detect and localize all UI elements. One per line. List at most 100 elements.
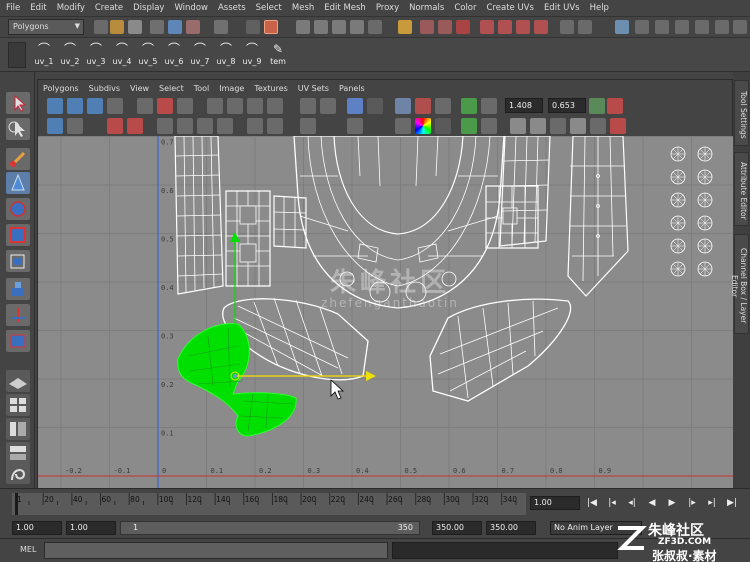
- uv-menu-uv-sets[interactable]: UV Sets: [298, 84, 329, 93]
- step-back-icon[interactable]: |◂: [606, 497, 618, 509]
- go-to-end-icon[interactable]: ▶|: [726, 497, 738, 509]
- animation-end-field[interactable]: 350.00: [486, 521, 536, 535]
- uv-rgb-icon[interactable]: [347, 118, 363, 134]
- uv-straighten-icon[interactable]: [157, 118, 173, 134]
- dope-sheet-icon[interactable]: [675, 20, 689, 34]
- snap-curve-icon[interactable]: [314, 20, 328, 34]
- uv-menu-polygons[interactable]: Polygons: [43, 84, 79, 93]
- four-view-layout-icon[interactable]: [6, 394, 30, 416]
- render-view-icon[interactable]: [516, 20, 530, 34]
- uv-menu-subdivs[interactable]: Subdivs: [89, 84, 120, 93]
- uv-align-max-u-icon[interactable]: [247, 98, 263, 114]
- animation-start-field[interactable]: 1.00: [12, 521, 62, 535]
- step-back-key-icon[interactable]: ◂|: [626, 497, 638, 509]
- shelf-button-tem[interactable]: ✎ tem: [266, 42, 290, 70]
- uv-dim-image-icon[interactable]: [461, 118, 477, 134]
- playback-end-field[interactable]: 350.00: [432, 521, 482, 535]
- uv-grid-toggle-icon[interactable]: [395, 98, 411, 114]
- shelf-button-uv-1[interactable]: ⌒ uv_1: [32, 42, 56, 70]
- playback-start-field[interactable]: 1.00: [66, 521, 116, 535]
- uv-paste-v-icon[interactable]: [570, 118, 586, 134]
- menu-display[interactable]: Display: [133, 3, 164, 13]
- uv-menu-select[interactable]: Select: [159, 84, 184, 93]
- menu-assets[interactable]: Assets: [218, 3, 246, 13]
- lasso-tool-icon[interactable]: [6, 118, 30, 140]
- uv-reverse-icon[interactable]: [610, 118, 626, 134]
- history-icon[interactable]: [398, 20, 412, 34]
- uv-menu-panels[interactable]: Panels: [339, 84, 365, 93]
- uv-menu-image[interactable]: Image: [219, 84, 244, 93]
- menu-normals[interactable]: Normals: [409, 3, 444, 13]
- uv-match-icon[interactable]: [247, 118, 263, 134]
- shelf-button-uv-2[interactable]: ⌒ uv_2: [58, 42, 82, 70]
- open-scene-icon[interactable]: [110, 20, 124, 34]
- snap-point-icon[interactable]: [332, 20, 346, 34]
- time-slider[interactable]: 1 20 40 60 80 100 120 140 160 180 200 220 240 260 280 3…: [12, 493, 526, 515]
- universal-manip-icon[interactable]: [6, 250, 30, 272]
- menu-select[interactable]: Select: [256, 3, 282, 13]
- menu-help[interactable]: Help: [590, 3, 609, 13]
- step-forward-icon[interactable]: ▸|: [706, 497, 718, 509]
- face-mask-icon[interactable]: [264, 20, 278, 34]
- persp-outliner-layout-icon[interactable]: [6, 418, 30, 440]
- uv-grid-uvs-icon[interactable]: [217, 118, 233, 134]
- menu-create[interactable]: Create: [95, 3, 123, 13]
- uv-smudge-icon[interactable]: [107, 118, 123, 134]
- uv-copy-icon[interactable]: [510, 118, 526, 134]
- help-icon[interactable]: [368, 20, 382, 34]
- ipr-render-icon[interactable]: [438, 20, 452, 34]
- uv-bake-icon[interactable]: [300, 118, 316, 134]
- tab-attribute-editor[interactable]: Attribute Editor: [734, 152, 749, 226]
- menu-create-uvs[interactable]: Create UVs: [487, 3, 534, 13]
- hypershade-layout-icon[interactable]: [6, 462, 30, 484]
- vertex-mask-icon[interactable]: [246, 20, 260, 34]
- uv-menu-textures[interactable]: Textures: [254, 84, 287, 93]
- uv-normalize-icon[interactable]: [267, 118, 283, 134]
- uv-color-channels-icon[interactable]: [415, 118, 431, 134]
- attribute-editor-icon[interactable]: [715, 20, 729, 34]
- tab-channel-box[interactable]: Channel Box / Layer Editor: [730, 234, 749, 334]
- uv-image-display-icon[interactable]: [347, 98, 363, 114]
- uv-cut-icon[interactable]: [137, 98, 153, 114]
- menu-edit-uvs[interactable]: Edit UVs: [544, 3, 580, 13]
- shelf-button-uv-4[interactable]: ⌒ uv_4: [110, 42, 134, 70]
- menu-proxy[interactable]: Proxy: [376, 3, 399, 13]
- hypershade-icon[interactable]: [480, 20, 494, 34]
- menu-window[interactable]: Window: [174, 3, 208, 13]
- uv-zero-icon[interactable]: [589, 98, 605, 114]
- current-time-marker[interactable]: [15, 493, 18, 515]
- uv-checker-map-icon[interactable]: [481, 118, 497, 134]
- layout-icon[interactable]: [560, 20, 574, 34]
- step-forward-key-icon[interactable]: |▸: [686, 497, 698, 509]
- play-forwards-icon[interactable]: ▶: [666, 497, 678, 509]
- uv-unfold-icon[interactable]: [177, 118, 193, 134]
- uv-canvas[interactable]: -0.2-0.100.10.20.30.40.50.60.70.80.90.80…: [38, 136, 734, 491]
- persp-graph-layout-icon[interactable]: [6, 442, 30, 464]
- go-to-start-icon[interactable]: |◀: [586, 497, 598, 509]
- menu-modify[interactable]: Modify: [57, 3, 85, 13]
- current-time-field[interactable]: 1.00: [530, 496, 580, 510]
- uv-menu-tool[interactable]: Tool: [194, 84, 210, 93]
- select-tool-icon[interactable]: [6, 92, 30, 114]
- uv-select-shell-icon[interactable]: [47, 118, 63, 134]
- uv-ppp-icon[interactable]: [481, 98, 497, 114]
- uv-texture-border-icon[interactable]: [435, 98, 451, 114]
- shelf-button-uv-7[interactable]: ⌒ uv_7: [188, 42, 212, 70]
- uv-display-uvs-icon[interactable]: [395, 118, 411, 134]
- uv-refresh-icon[interactable]: [607, 98, 623, 114]
- channel-box-icon[interactable]: [695, 20, 709, 34]
- tool-settings-icon[interactable]: [733, 20, 747, 34]
- uv-alpha-icon[interactable]: [435, 118, 451, 134]
- rotate-tool-icon[interactable]: [6, 198, 30, 220]
- uv-flip-u-icon[interactable]: [47, 98, 63, 114]
- uv-paste-icon[interactable]: [530, 118, 546, 134]
- render-settings-icon[interactable]: [456, 20, 470, 34]
- shelf-button-uv-3[interactable]: ⌒ uv_3: [84, 42, 108, 70]
- menu-edit-mesh[interactable]: Edit Mesh: [324, 3, 366, 13]
- command-language-label[interactable]: MEL: [20, 545, 36, 554]
- layout-2-icon[interactable]: [578, 20, 592, 34]
- uv-u-field[interactable]: 1.408: [505, 98, 543, 113]
- shelf-button-uv-8[interactable]: ⌒ uv_8: [214, 42, 238, 70]
- mental-ray-icon[interactable]: [498, 20, 512, 34]
- soft-mod-icon[interactable]: [6, 278, 30, 300]
